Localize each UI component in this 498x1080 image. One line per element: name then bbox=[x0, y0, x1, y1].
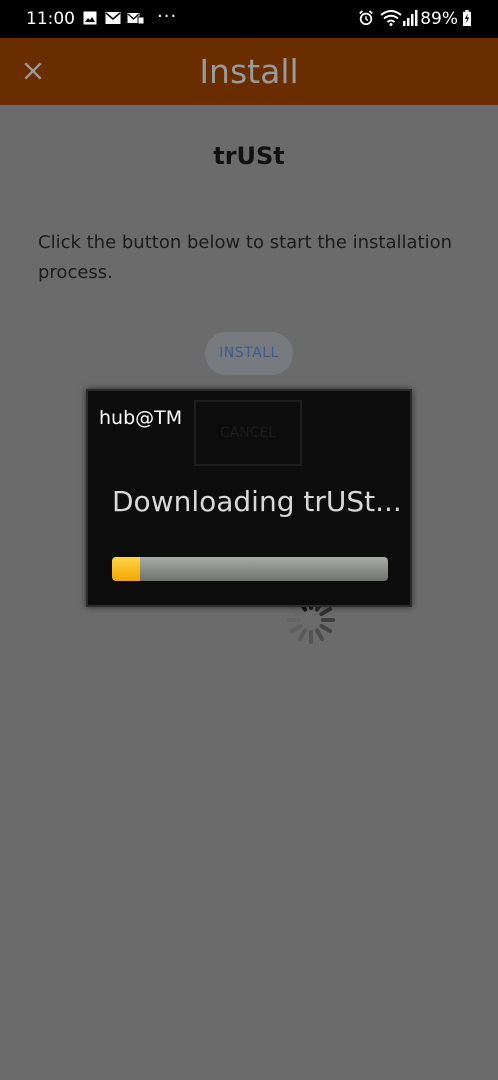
app-name: trUSt bbox=[213, 142, 285, 170]
install-button[interactable]: INSTALL bbox=[205, 332, 293, 375]
app-bar: Install bbox=[0, 38, 498, 105]
cancel-button-ghost: CANCEL bbox=[194, 400, 302, 466]
dialog-title: hub@TM bbox=[99, 407, 183, 429]
signal-icon bbox=[403, 10, 418, 26]
download-message: Downloading trUSt... bbox=[112, 485, 402, 518]
alarm-icon bbox=[359, 10, 373, 26]
battery-percentage: 89% bbox=[420, 9, 458, 29]
download-progress-fill bbox=[112, 557, 140, 581]
wifi-icon bbox=[380, 10, 402, 26]
status-bar: 11:00 ··· 89% bbox=[0, 0, 498, 38]
battery-charging-icon bbox=[463, 10, 471, 26]
notification-icon bbox=[127, 13, 145, 25]
download-dialog: CANCEL hub@TM Downloading trUSt... bbox=[86, 389, 412, 607]
more-dots-icon: ··· bbox=[157, 6, 178, 27]
install-instructions: Click the button below to start the inst… bbox=[38, 232, 453, 283]
status-time: 11:00 bbox=[26, 9, 75, 29]
image-icon bbox=[83, 11, 97, 25]
page-title: Install bbox=[199, 52, 299, 91]
email-icon bbox=[105, 12, 121, 24]
download-progress-bar bbox=[112, 557, 388, 581]
